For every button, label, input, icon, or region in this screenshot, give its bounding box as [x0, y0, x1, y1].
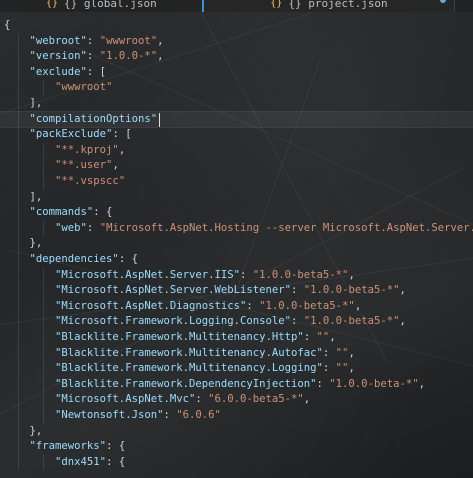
- tab-global-json[interactable]: {} {} global.json: [36, 0, 208, 12]
- code-line[interactable]: "Newtonsoft.Json": "6.0.6": [4, 408, 221, 424]
- code-line[interactable]: "packExclude": [: [4, 127, 132, 143]
- code-line[interactable]: "dependencies": {: [4, 252, 138, 268]
- code-line[interactable]: },: [4, 236, 43, 252]
- code-line[interactable]: "version": "1.0.0-*",: [4, 49, 164, 65]
- code-editor[interactable]: { "webroot": "wwwroot", "version": "1.0.…: [0, 12, 473, 478]
- text-cursor: [158, 112, 160, 127]
- code-line[interactable]: "Blacklite.Framework.Multitenancy.Loggin…: [4, 361, 355, 377]
- code-line[interactable]: "dnx451": {: [4, 455, 125, 471]
- json-braces-icon: {}: [270, 0, 283, 9]
- tab-project-json[interactable]: {} {} project.json: [202, 0, 455, 12]
- code-line[interactable]: "**.vspscc": [4, 174, 125, 190]
- tab-label: {} project.json: [288, 0, 388, 10]
- code-line[interactable]: ],: [4, 190, 43, 206]
- code-line[interactable]: "Microsoft.AspNet.Mvc": "6.0.0-beta5-*",: [4, 392, 310, 408]
- code-line[interactable]: "Microsoft.Framework.Logging.Console": "…: [4, 314, 406, 330]
- tab-label: {} global.json: [64, 0, 157, 10]
- code-line-active[interactable]: "compilationOptions": [0, 110, 473, 129]
- code-line[interactable]: "wwwroot": [4, 80, 112, 96]
- code-line[interactable]: "exclude": [: [4, 65, 107, 81]
- code-line[interactable]: ],: [4, 96, 43, 112]
- tab-bar: {} {} global.json {} {} project.json: [0, 0, 473, 12]
- code-line[interactable]: "Blacklite.Framework.DependencyInjection…: [4, 377, 425, 393]
- code-line[interactable]: },: [4, 424, 43, 440]
- code-line[interactable]: "Microsoft.AspNet.Server.WebListener": "…: [4, 283, 406, 299]
- code-line[interactable]: "Blacklite.Framework.Multitenancy.Autofa…: [4, 346, 355, 362]
- close-icon[interactable]: [440, 0, 446, 3]
- code-line[interactable]: "Microsoft.AspNet.Diagnostics": "1.0.0-b…: [4, 299, 361, 315]
- code-line[interactable]: "**.kproj",: [4, 143, 125, 159]
- code-line[interactable]: "Microsoft.AspNet.Server.IIS": "1.0.0-be…: [4, 268, 355, 284]
- code-line[interactable]: "**.user",: [4, 158, 119, 174]
- code-line[interactable]: "webroot": "wwwroot",: [4, 34, 164, 50]
- json-braces-icon: {}: [46, 0, 59, 9]
- code-line[interactable]: "frameworks": {: [4, 439, 126, 455]
- code-line[interactable]: {: [4, 18, 10, 34]
- code-line[interactable]: "commands": {: [4, 205, 113, 221]
- code-line[interactable]: "web": "Microsoft.AspNet.Hosting --serve…: [4, 221, 473, 237]
- code-line[interactable]: "Blacklite.Framework.Multitenancy.Http":…: [4, 330, 336, 346]
